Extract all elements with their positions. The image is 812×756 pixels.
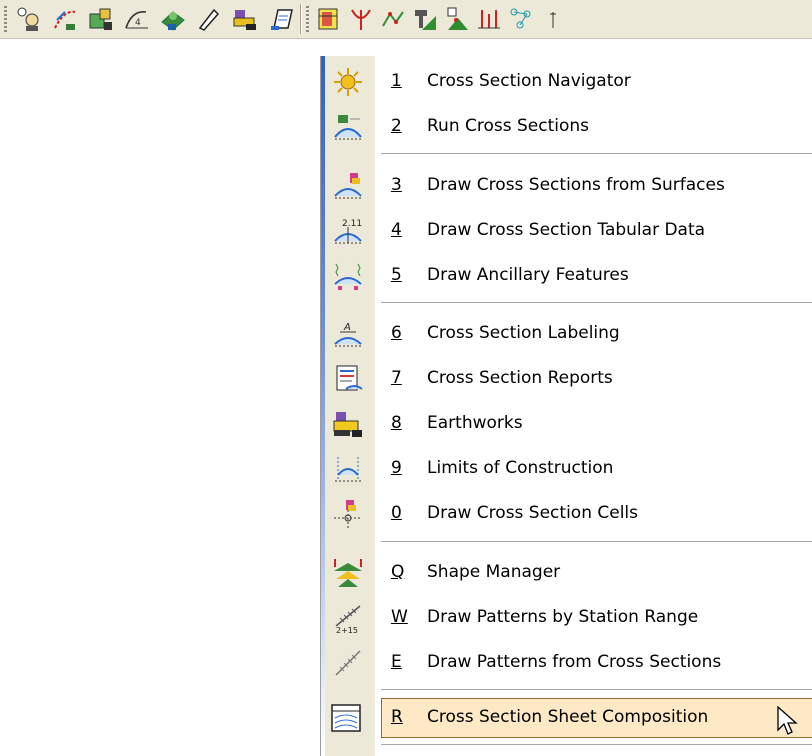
dropdown-menu: 1 Cross Section Navigator 2 Run Cross Se… bbox=[320, 56, 812, 756]
profile-icon[interactable]: 4 bbox=[124, 6, 150, 32]
menu-item-label: Draw Patterns from Cross Sections bbox=[427, 652, 722, 672]
menu-item-accelerator: 8 bbox=[391, 413, 402, 433]
menu-item-draw-ancillary-features[interactable]: 5 Draw Ancillary Features bbox=[325, 256, 812, 296]
menu-item-draw-cross-section-cells[interactable]: 0 Draw Cross Section Cells bbox=[325, 494, 812, 534]
menu-item-accelerator: 2 bbox=[391, 116, 402, 136]
menu-item-cross-section-sheet-composition[interactable]: R Cross Section Sheet Composition bbox=[325, 698, 812, 738]
menu-item-accelerator: 7 bbox=[391, 368, 402, 388]
navigator-icon bbox=[332, 66, 364, 98]
overflow-icon[interactable] bbox=[540, 6, 556, 32]
reports-icon bbox=[332, 363, 364, 395]
limits-icon bbox=[332, 453, 364, 485]
menu-item-accelerator: W bbox=[391, 607, 408, 627]
figure-icon[interactable] bbox=[380, 6, 406, 32]
menu-item-label: Cross Section Navigator bbox=[427, 71, 631, 91]
menu-item-draw-cross-sections-from-surfaces[interactable]: 3 Draw Cross Sections from Surfaces bbox=[325, 166, 812, 206]
labeling-icon: A bbox=[332, 318, 364, 350]
menu-item-earthworks[interactable]: 8 Earthworks bbox=[325, 404, 812, 444]
menu-separator bbox=[381, 302, 812, 303]
interchange-icon[interactable] bbox=[348, 6, 374, 32]
menu-item-accelerator: 6 bbox=[391, 323, 402, 343]
ancillary-features-icon bbox=[332, 260, 364, 292]
menu-item-label: Cross Section Sheet Composition bbox=[427, 707, 709, 727]
patterns-station-icon: 2+15 bbox=[332, 602, 364, 634]
menu-item-label: Run Cross Sections bbox=[427, 116, 590, 136]
menu-item-accelerator: 9 bbox=[391, 458, 402, 478]
toolbar-separator bbox=[300, 4, 301, 34]
menu-item-label: Draw Cross Section Tabular Data bbox=[427, 220, 706, 240]
pen-icon[interactable] bbox=[196, 6, 222, 32]
tabular-data-icon: 2.11 bbox=[332, 215, 364, 247]
menu-item-accelerator: 5 bbox=[391, 265, 402, 285]
run-cross-sections-icon bbox=[332, 111, 364, 143]
menu-item-label: Draw Cross Section Cells bbox=[427, 503, 639, 523]
menu-item-draw-cross-section-tabular-data[interactable]: 2.11 4 Draw Cross Section Tabular Data bbox=[325, 211, 812, 251]
menu-item-label: Draw Ancillary Features bbox=[427, 265, 629, 285]
menu-separator bbox=[381, 153, 812, 154]
menu-item-label: Limits of Construction bbox=[427, 458, 614, 478]
menu-item-accelerator: E bbox=[391, 652, 402, 672]
menu-item-label: Cross Section Reports bbox=[427, 368, 613, 388]
earthworks-icon bbox=[332, 408, 364, 440]
svg-text:2.11: 2.11 bbox=[342, 219, 362, 229]
alignment-icon[interactable] bbox=[52, 6, 78, 32]
network-icon[interactable] bbox=[508, 6, 534, 32]
cells-icon bbox=[332, 498, 364, 530]
surface-icon[interactable] bbox=[160, 6, 186, 32]
menu-item-accelerator: 0 bbox=[391, 503, 402, 523]
table-icon[interactable] bbox=[316, 6, 342, 32]
notes-icon[interactable] bbox=[268, 6, 294, 32]
svg-text:2+15: 2+15 bbox=[336, 626, 358, 634]
toolbar: 4 bbox=[0, 0, 812, 39]
menu-separator bbox=[381, 689, 812, 690]
shape-manager-icon bbox=[332, 557, 364, 589]
roadway-icon[interactable] bbox=[88, 6, 114, 32]
earthworks-icon[interactable] bbox=[232, 6, 258, 32]
menu-item-cross-section-labeling[interactable]: A 6 Cross Section Labeling bbox=[325, 314, 812, 354]
menu-item-run-cross-sections[interactable]: 2 Run Cross Sections bbox=[325, 107, 812, 147]
menu-item-shape-manager[interactable]: Q Shape Manager bbox=[325, 553, 812, 593]
menu-item-limits-of-construction[interactable]: 9 Limits of Construction bbox=[325, 449, 812, 489]
menu-item-accelerator: Q bbox=[391, 562, 405, 582]
survey-icon[interactable] bbox=[16, 6, 42, 32]
elevation-icon[interactable] bbox=[476, 6, 502, 32]
menu-item-label: Cross Section Labeling bbox=[427, 323, 620, 343]
menu-item-label: Draw Patterns by Station Range bbox=[427, 607, 699, 627]
menu-item-label: Draw Cross Sections from Surfaces bbox=[427, 175, 725, 195]
menu-item-label: Shape Manager bbox=[427, 562, 561, 582]
menu-separator bbox=[381, 744, 812, 745]
menu-item-cross-section-navigator[interactable]: 1 Cross Section Navigator bbox=[325, 62, 812, 102]
menu-item-draw-patterns-from-cross-sections[interactable]: E Draw Patterns from Cross Sections bbox=[325, 643, 812, 683]
menu-item-draw-patterns-by-station-range[interactable]: 2+15 W Draw Patterns by Station Range bbox=[325, 598, 812, 638]
menu-item-accelerator: R bbox=[391, 707, 403, 727]
menu-item-accelerator: 4 bbox=[391, 220, 402, 240]
draw-from-surfaces-icon bbox=[332, 170, 364, 202]
mouse-cursor-icon bbox=[777, 705, 799, 736]
menu-item-cross-section-reports[interactable]: 7 Cross Section Reports bbox=[325, 359, 812, 399]
grid-icon[interactable] bbox=[444, 6, 470, 32]
toolbar-grip[interactable] bbox=[4, 6, 7, 32]
svg-text:A: A bbox=[343, 322, 351, 333]
svg-text:4: 4 bbox=[135, 18, 141, 28]
toolbar-grip[interactable] bbox=[306, 6, 309, 32]
pin-icon[interactable] bbox=[412, 6, 438, 32]
patterns-cross-icon bbox=[332, 647, 364, 679]
sheet-composition-icon bbox=[330, 702, 362, 734]
menu-item-accelerator: 1 bbox=[391, 71, 402, 91]
menu-separator bbox=[381, 541, 812, 542]
menu-item-accelerator: 3 bbox=[391, 175, 402, 195]
menu-item-label: Earthworks bbox=[427, 413, 523, 433]
